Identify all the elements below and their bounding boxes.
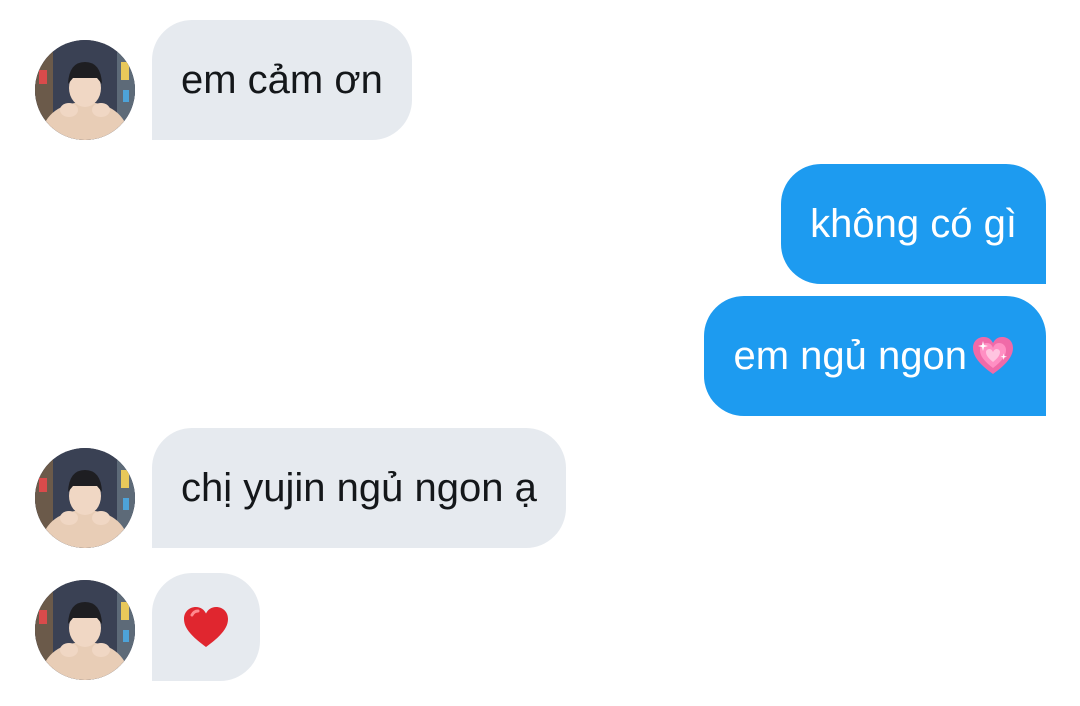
avatar-photo: [35, 580, 135, 680]
message-text: em cảm ơn: [181, 58, 383, 102]
message-bubble-incoming[interactable]: [152, 573, 260, 681]
message-bubble-outgoing[interactable]: em ngủ ngon: [704, 296, 1046, 416]
contact-avatar[interactable]: [35, 40, 135, 140]
message-bubble-incoming[interactable]: em cảm ơn: [152, 20, 412, 140]
sparkling-heart-icon: [969, 332, 1017, 380]
message-text: không có gì: [810, 202, 1017, 246]
red-heart-icon: [182, 605, 230, 649]
message-bubble-outgoing[interactable]: không có gì: [781, 164, 1046, 284]
contact-avatar[interactable]: [35, 448, 135, 548]
avatar-photo: [35, 448, 135, 548]
message-bubble-incoming[interactable]: chị yujin ngủ ngon ạ: [152, 428, 566, 548]
contact-avatar[interactable]: [35, 580, 135, 680]
message-text: em ngủ ngon: [733, 334, 967, 378]
avatar-photo: [35, 40, 135, 140]
message-text: chị yujin ngủ ngon ạ: [181, 466, 537, 510]
